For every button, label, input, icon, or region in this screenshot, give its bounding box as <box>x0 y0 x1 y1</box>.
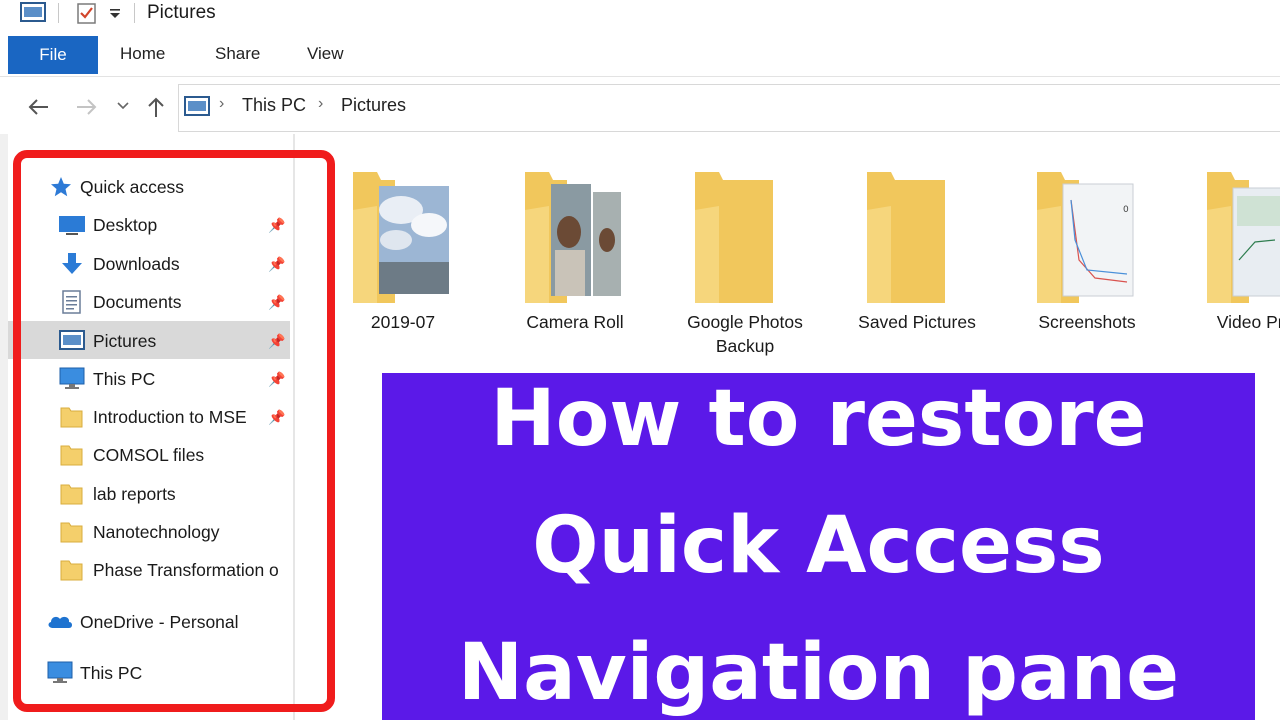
pin-icon[interactable]: 📌 <box>268 217 285 234</box>
tab-share[interactable]: Share <box>215 44 260 64</box>
folder-photo-thumbnail-icon <box>525 172 621 303</box>
tab-file[interactable]: File <box>8 36 98 74</box>
pin-icon[interactable]: 📌 <box>268 409 285 426</box>
sidebar-item-label: Downloads <box>93 254 180 274</box>
folder-tile-camera-roll[interactable]: Camera Roll <box>490 165 660 355</box>
folder-icon <box>60 560 83 581</box>
titlebar-separator <box>58 3 59 23</box>
quick-access-label[interactable]: Quick access <box>80 177 184 198</box>
properties-checklist-icon[interactable] <box>76 1 98 25</box>
star-icon <box>51 177 71 197</box>
folder-tile-saved-pictures[interactable]: Saved Pictures <box>832 165 1002 355</box>
folder-photo-thumbnail-icon <box>353 172 449 303</box>
folder-label: Google Photos Backup <box>687 312 803 356</box>
pictures-icon <box>59 330 85 350</box>
sidebar-item-label: Phase Transformation o <box>93 560 279 580</box>
forward-arrow-icon[interactable] <box>75 96 99 118</box>
window-left-edge <box>0 134 8 720</box>
banner-line-3: Navigation pane <box>457 628 1180 718</box>
folder-screenshot-thumbnail-icon: 0 <box>1037 172 1134 303</box>
document-icon <box>62 290 81 314</box>
sidebar-item-label: This PC <box>93 369 156 389</box>
pin-icon[interactable]: 📌 <box>268 294 285 311</box>
tab-view[interactable]: View <box>307 44 344 64</box>
folder-label: Saved Pictures <box>858 312 976 332</box>
sidebar-item-label: Desktop <box>93 215 158 235</box>
sidebar-item-label: Documents <box>93 292 182 312</box>
computer-icon <box>59 367 85 389</box>
folder-label: Camera Roll <box>526 312 624 332</box>
breadcrumb-this-pc[interactable]: This PC <box>242 95 306 116</box>
window-icon[interactable] <box>20 2 46 22</box>
folder-icon <box>60 522 83 543</box>
navigation-pane-scrollbar[interactable] <box>293 134 295 720</box>
sidebar-item-label: Nanotechnology <box>93 522 220 542</box>
recent-locations-chevron-icon[interactable] <box>116 100 130 112</box>
onedrive-cloud-icon <box>48 616 72 628</box>
download-arrow-icon <box>62 253 82 274</box>
folder-tile-screenshots[interactable]: 0 Screenshots <box>1002 165 1172 355</box>
folder-icon <box>867 172 945 303</box>
sidebar-item-onedrive[interactable]: OneDrive - Personal <box>80 612 239 633</box>
pin-icon[interactable]: 📌 <box>268 333 285 350</box>
breadcrumb-chevron[interactable]: › <box>318 95 323 113</box>
desktop-icon <box>59 216 85 235</box>
sidebar-item-label: Introduction to MSE <box>93 407 247 427</box>
folder-label: 2019-07 <box>370 312 436 332</box>
banner-line-1: How to restore <box>490 374 1147 464</box>
folder-label: Video Proj <box>1216 312 1280 332</box>
pin-icon[interactable]: 📌 <box>268 371 285 388</box>
ribbon-tab-bar <box>0 30 1280 77</box>
banner-line-2: Quick Access <box>532 501 1105 591</box>
computer-icon <box>47 661 73 683</box>
folder-label: Screenshots <box>1038 312 1136 332</box>
window-title: Pictures <box>147 2 216 23</box>
sidebar-item-label: Pictures <box>93 331 157 351</box>
pictures-location-icon <box>184 96 210 116</box>
back-arrow-icon[interactable] <box>26 96 50 118</box>
sidebar-item-this-pc-root[interactable]: This PC <box>80 663 142 684</box>
customize-toolbar-dropdown-icon[interactable] <box>108 7 122 21</box>
titlebar-separator <box>134 3 135 23</box>
folder-icon <box>60 445 83 466</box>
folder-icon <box>60 407 83 428</box>
sidebar-item-label: lab reports <box>93 484 176 504</box>
sidebar-item-label: COMSOL files <box>93 445 205 465</box>
pin-icon[interactable]: 📌 <box>268 256 285 273</box>
folder-tile-video-projects[interactable]: Video Proj <box>1172 165 1280 355</box>
svg-text:0: 0 <box>1123 205 1129 215</box>
folder-icon <box>60 484 83 505</box>
folder-screenshot-thumbnail-icon <box>1207 172 1280 303</box>
tab-home[interactable]: Home <box>120 44 165 64</box>
breadcrumb-chevron[interactable]: › <box>219 95 224 113</box>
folder-tile-google-photos-backup[interactable]: Google Photos Backup <box>660 165 830 356</box>
folder-icon <box>695 172 773 303</box>
up-arrow-icon[interactable] <box>145 95 167 119</box>
breadcrumb-pictures[interactable]: Pictures <box>341 95 406 116</box>
folder-tile-2019-07[interactable]: 2019-07 <box>318 165 488 355</box>
